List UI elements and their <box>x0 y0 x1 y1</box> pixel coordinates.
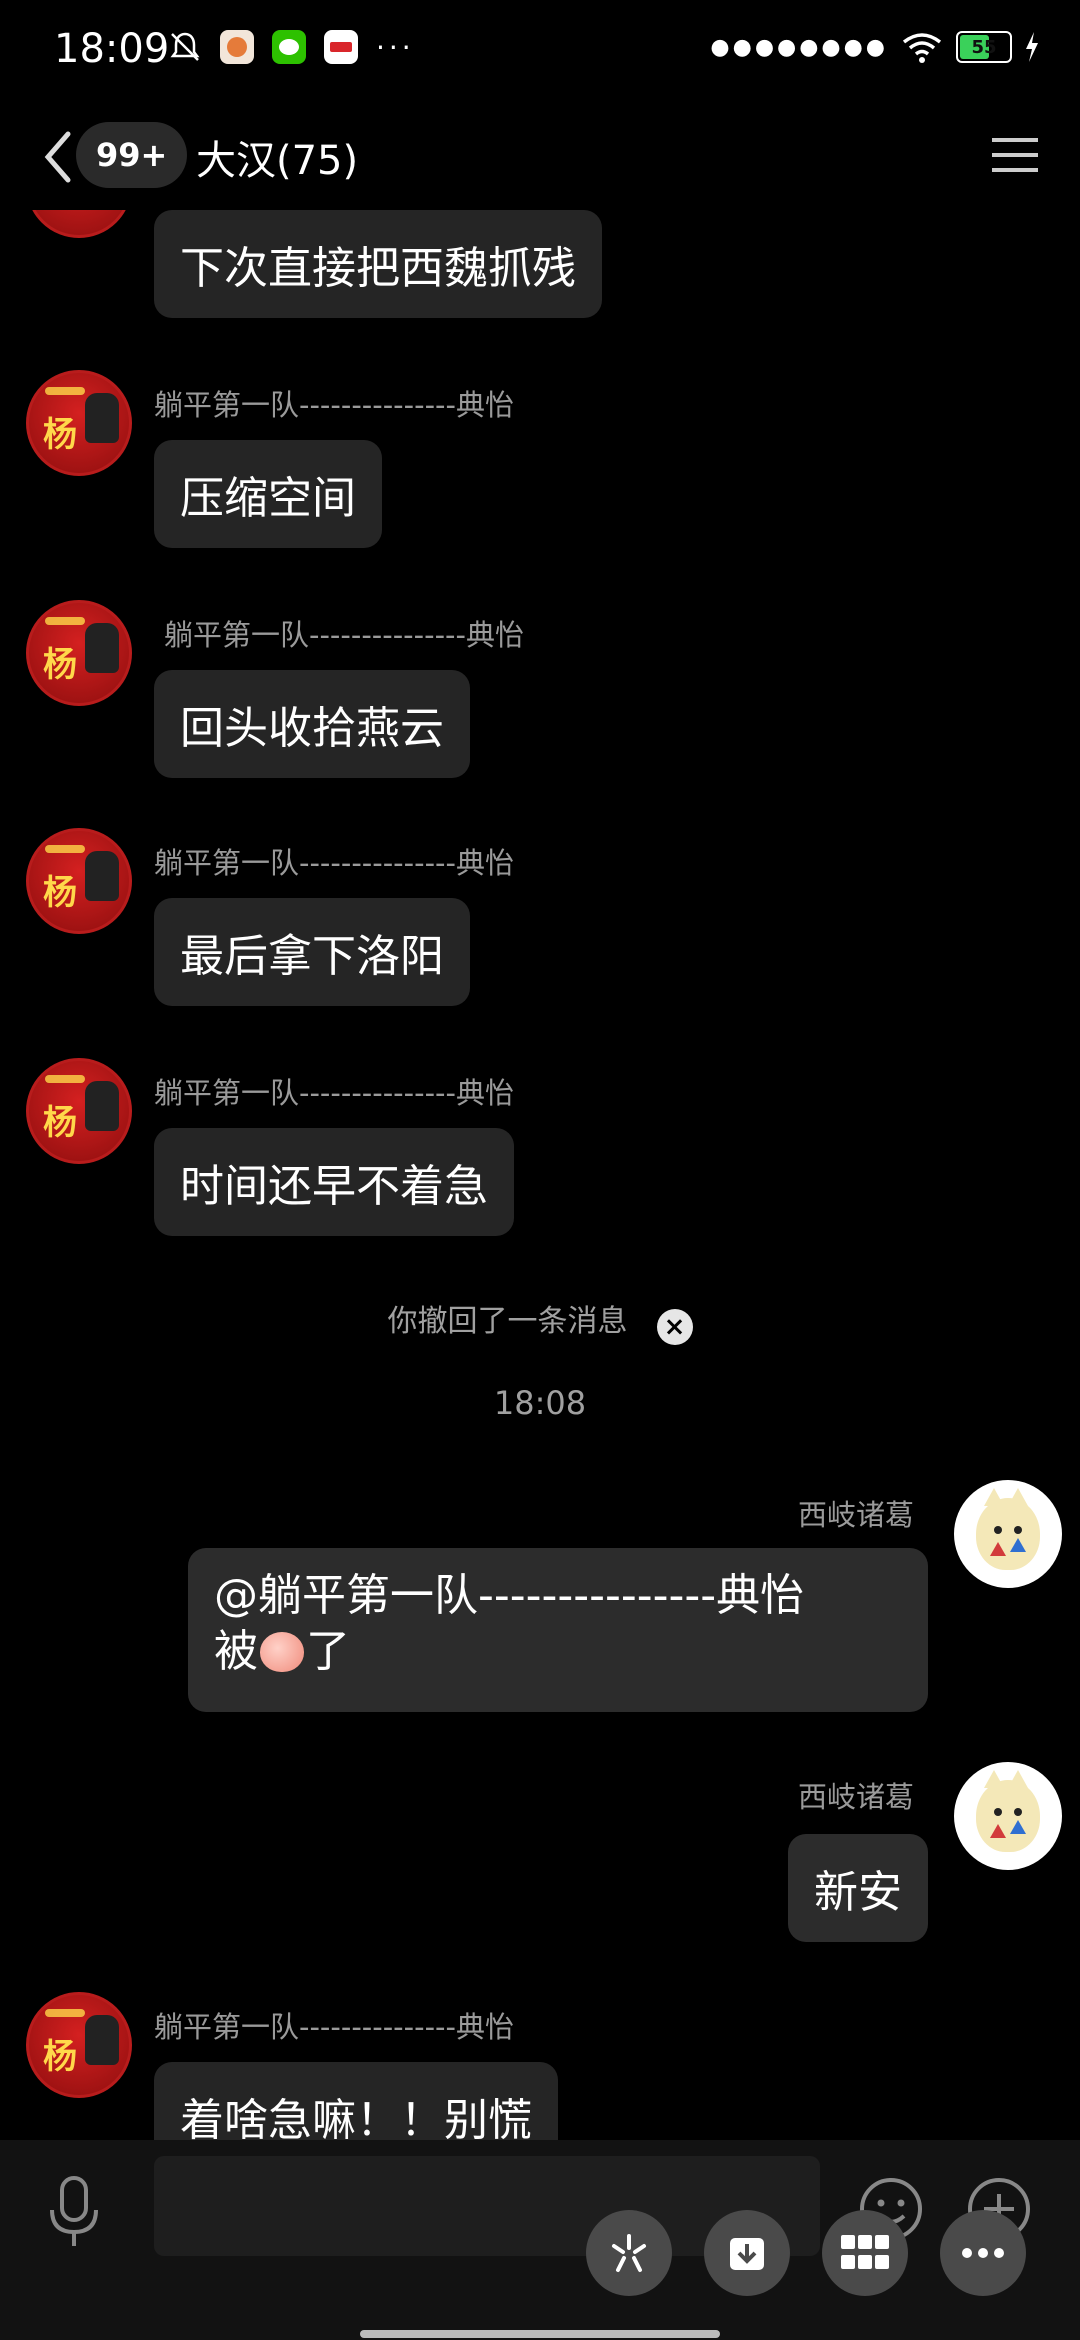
close-icon[interactable]: × <box>656 1308 693 1345</box>
sender-name: 西岐诸葛 <box>797 1498 914 1532</box>
my-avatar[interactable] <box>954 1762 1062 1870</box>
time-text: 18:08 <box>493 1384 587 1422</box>
download-icon <box>730 2238 764 2270</box>
message-bubble[interactable]: 新安 <box>788 1834 928 1942</box>
microphone-icon[interactable] <box>42 2174 106 2250</box>
avatar-char: 杨 <box>43 415 77 455</box>
chat-header: 99+ 大汉(75) <box>0 110 1080 200</box>
sender-name: 躺平第一队---------------典怡 <box>154 388 514 422</box>
message-bubble[interactable]: @躺平第一队---------------典怡 被了 <box>188 1548 928 1712</box>
sender-name: 躺平第一队---------------典怡 <box>154 846 514 880</box>
floating-more-button[interactable] <box>940 2210 1026 2296</box>
signal-icon: ●●●●●●●● <box>710 34 888 60</box>
floating-assistant-button[interactable] <box>586 2210 672 2296</box>
recall-notice: 你撤回了一条消息 × <box>0 1296 1080 1345</box>
status-notification-icons: ··· <box>168 30 415 64</box>
message-bubble[interactable]: 回头收拾燕云 <box>154 670 470 778</box>
message-line2: 被了 <box>214 1626 350 1677</box>
charging-icon <box>1026 32 1038 62</box>
battery-text: 55 <box>971 36 997 58</box>
mention-text[interactable]: @躺平第一队---------------典怡 <box>214 1568 902 1624</box>
avatar[interactable]: 杨 <box>26 1992 132 2098</box>
peach-emoji-icon <box>260 1632 304 1672</box>
floating-download-button[interactable] <box>704 2210 790 2296</box>
message-bubble[interactable]: 着啥急嘛！！别慌 <box>154 2062 558 2140</box>
status-right-icons: ●●●●●●●● 55 <box>710 30 1040 64</box>
avatar-char: 杨 <box>43 645 77 685</box>
sender-name: 躺平第一队---------------典怡 <box>164 618 524 652</box>
avatar-char: 杨 <box>43 2037 77 2077</box>
message-bubble[interactable]: 压缩空间 <box>154 440 382 548</box>
avatar[interactable]: 杨 <box>26 600 132 706</box>
sender-name: 西岐诸葛 <box>797 1780 914 1814</box>
mute-bell-icon <box>170 32 200 61</box>
status-time: 18:09 <box>54 26 170 72</box>
home-indicator[interactable] <box>360 2330 720 2338</box>
avatar-char: 杨 <box>43 873 77 913</box>
menu-icon[interactable] <box>990 130 1040 180</box>
avatar[interactable] <box>26 210 132 238</box>
avatar-char: 杨 <box>43 1103 77 1143</box>
my-avatar[interactable] <box>954 1480 1062 1588</box>
avatar[interactable]: 杨 <box>26 370 132 476</box>
input-bar <box>0 2140 1080 2340</box>
system-nav-bar <box>0 2310 1080 2340</box>
wifi-icon <box>902 33 942 63</box>
chat-title: 大汉(75) <box>196 138 359 184</box>
sender-name: 躺平第一队---------------典怡 <box>154 2010 514 2044</box>
grid-icon <box>841 2235 889 2269</box>
recall-text: 你撤回了一条消息 <box>387 1304 628 1339</box>
message-bubble[interactable]: 下次直接把西魏抓残 <box>154 210 602 318</box>
status-bar: 18:09 ··· ●●●●●●●● 55 <box>0 0 1080 110</box>
avatar[interactable]: 杨 <box>26 1058 132 1164</box>
sparkle-icon <box>612 2234 646 2272</box>
sender-name: 躺平第一队---------------典怡 <box>154 1076 514 1110</box>
time-separator: 18:08 <box>0 1384 1080 1422</box>
message-list[interactable]: 下次直接把西魏抓残 杨 躺平第一队---------------典怡 压缩空间 … <box>0 210 1080 2140</box>
message-bubble[interactable]: 时间还早不着急 <box>154 1128 514 1236</box>
wechat-icon <box>272 30 306 64</box>
floating-apps-button[interactable] <box>822 2210 908 2296</box>
more-notifications-icon: ··· <box>376 30 415 64</box>
avatar[interactable]: 杨 <box>26 828 132 934</box>
message-bubble[interactable]: 最后拿下洛阳 <box>154 898 470 1006</box>
more-icon <box>962 2248 1004 2258</box>
battery-icon: 55 <box>956 31 1012 63</box>
app-notification-icon-2 <box>324 30 358 64</box>
app-notification-icon <box>220 30 254 64</box>
unread-count-badge[interactable]: 99+ <box>76 122 188 188</box>
